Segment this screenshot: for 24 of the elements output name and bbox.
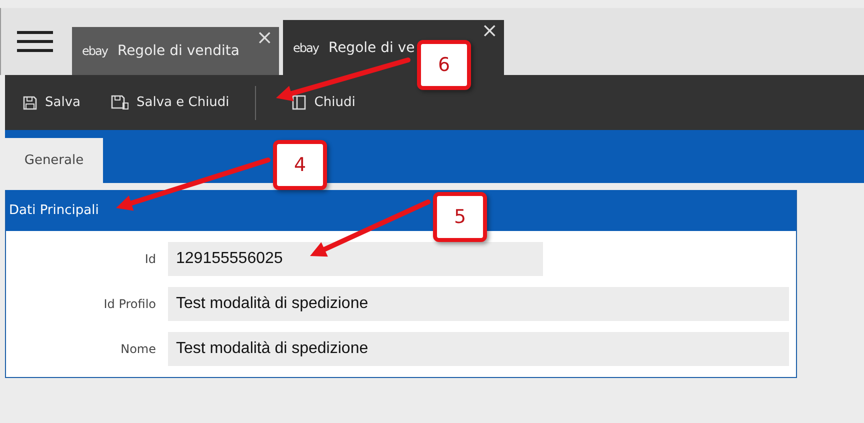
ebay-logo: ebay — [82, 44, 108, 58]
floppy-disk-icon — [110, 95, 128, 110]
panel-title: Dati Principali — [9, 203, 99, 218]
callout-tooltip: 6 — [417, 40, 471, 90]
section-tab[interactable]: Generale — [5, 138, 103, 183]
input-field[interactable]: 129155556025 — [168, 242, 543, 276]
toolbar-button[interactable]: Salva e Chiudi — [104, 91, 236, 114]
field-label: Id Profilo — [102, 297, 156, 311]
field-label: Id — [144, 252, 156, 266]
input-field[interactable]: Test modalità di spedizione — [168, 332, 789, 366]
door-icon — [292, 95, 306, 110]
toolbar-button[interactable]: Salva — [17, 91, 86, 114]
document-tab[interactable]: ebay Regole di vendita × — [72, 27, 279, 75]
close-icon[interactable]: × — [256, 27, 273, 47]
ebay-logo: ebay — [293, 40, 318, 54]
field-label: Nome — [120, 342, 156, 356]
callout-tooltip: 5 — [433, 192, 487, 242]
tab-label: Regole di vendita — [117, 43, 240, 59]
close-icon[interactable]: × — [481, 20, 498, 40]
callout-tooltip: 4 — [273, 140, 327, 190]
menu-icon[interactable] — [17, 30, 53, 52]
toolbar-button[interactable]: Chiudi — [286, 91, 362, 114]
tab-label: Regole di ve — [328, 40, 415, 56]
input-field[interactable]: Test modalità di spedizione — [168, 287, 789, 321]
